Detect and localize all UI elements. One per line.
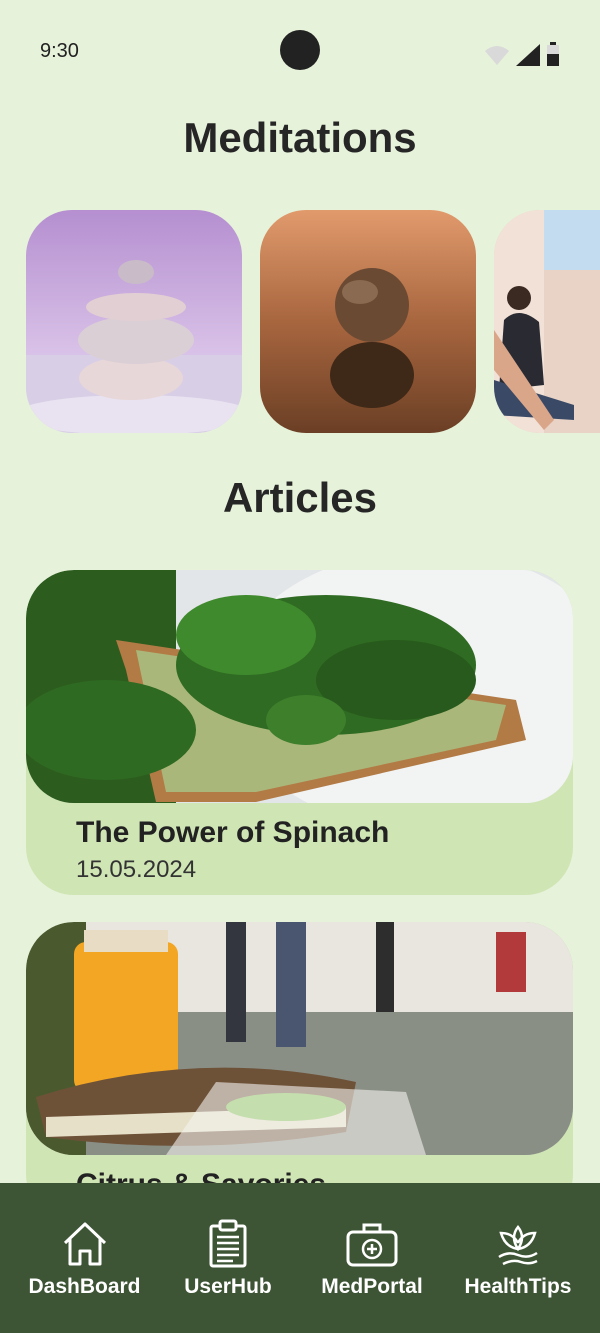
meditation-card-yoga[interactable] (494, 210, 600, 433)
two-stones-image (260, 210, 476, 433)
wifi-icon (485, 46, 509, 65)
article-card[interactable]: Citrus & Savories (26, 922, 573, 1222)
article-date: 15.05.2024 (76, 856, 197, 883)
clipboard-icon (209, 1219, 247, 1268)
nav-label: UserHub (184, 1275, 272, 1298)
status-icons (484, 42, 560, 66)
juice-sandwich-image (26, 922, 573, 1155)
nav-item-userhub[interactable]: UserHub (172, 1183, 284, 1333)
medical-kit-icon (346, 1223, 398, 1267)
stacked-stones-image (26, 210, 242, 433)
nav-label: HealthTips (464, 1275, 572, 1298)
articles-title: Articles (222, 474, 378, 521)
article-title: The Power of Spinach (76, 816, 390, 849)
nav-item-healthtips[interactable]: HealthTips (456, 1183, 580, 1333)
yoga-class-image (494, 210, 600, 433)
nav-label: DashBoard (28, 1275, 141, 1298)
meditation-card-pebbles[interactable] (260, 210, 476, 433)
bottom-nav: DashBoard UserHub MedPortal HealthTips (0, 1183, 600, 1333)
nav-item-medportal[interactable]: MedPortal (312, 1183, 432, 1333)
nav-label: MedPortal (321, 1275, 423, 1298)
meditations-carousel[interactable] (26, 210, 600, 433)
home-icon (63, 1222, 106, 1266)
nav-item-dashboard[interactable]: DashBoard (22, 1183, 147, 1333)
status-bar: 9:30 (0, 0, 600, 100)
battery-icon (547, 42, 559, 66)
status-time: 9:30 (40, 40, 79, 62)
signal-icon (516, 44, 540, 66)
lotus-icon (498, 1224, 538, 1266)
article-card[interactable]: The Power of Spinach 15.05.2024 (26, 570, 573, 895)
meditations-title: Meditations (183, 114, 417, 161)
meditation-card-stones[interactable] (26, 210, 242, 433)
spinach-toast-image (26, 570, 573, 803)
camera-cutout (280, 30, 320, 70)
